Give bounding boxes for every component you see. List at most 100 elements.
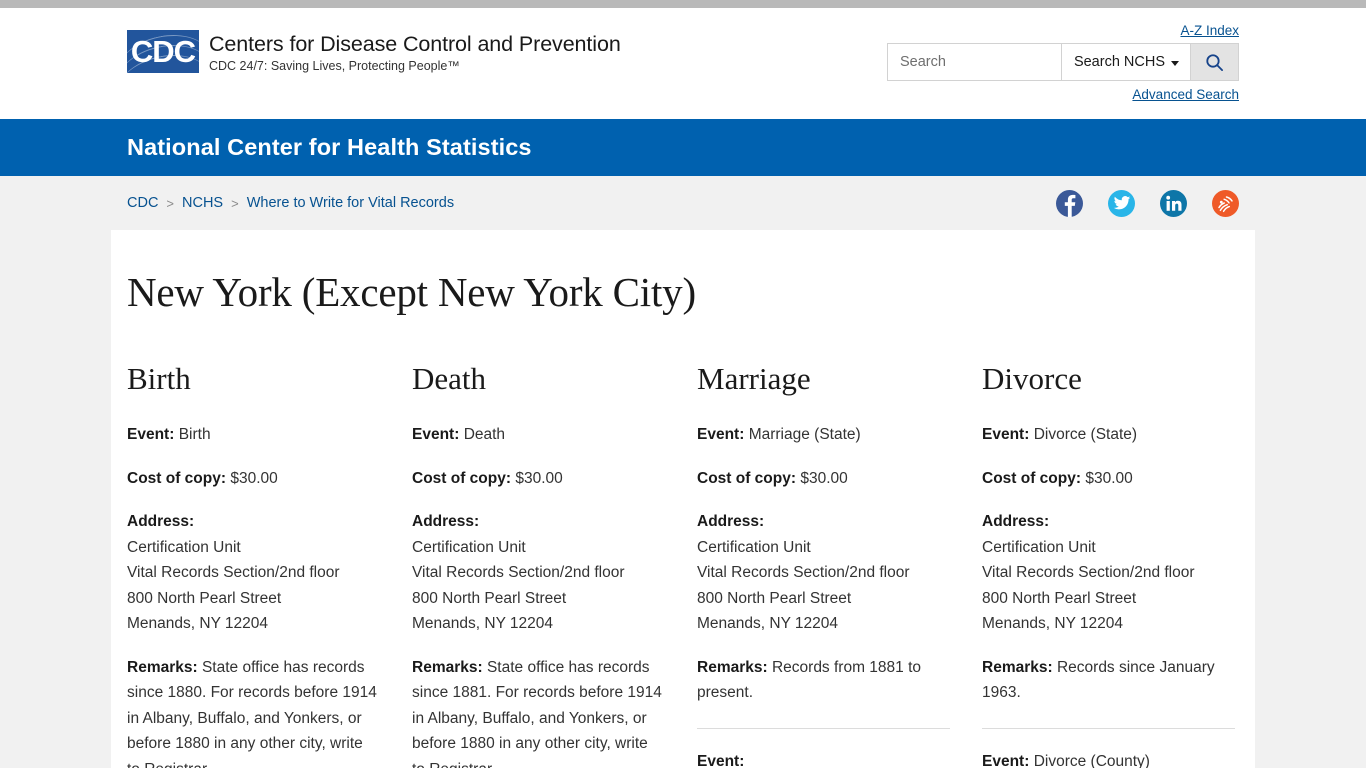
event-label: Event: [412, 426, 460, 443]
event-field: Event: Marriage (State) [697, 422, 950, 448]
facebook-icon[interactable] [1056, 189, 1083, 217]
site-header: CDC Centers for Disease Control and Prev… [0, 8, 1366, 119]
cdc-logo-mark: CDC [127, 30, 199, 73]
cost-value: $30.00 [1085, 469, 1133, 487]
remarks-field: Remarks: State office has records since … [412, 655, 665, 768]
address-line: Certification Unit [697, 538, 811, 556]
linkedin-icon[interactable] [1160, 189, 1187, 217]
cost-label: Cost of copy: [697, 469, 797, 487]
breadcrumb-item-current[interactable]: Where to Write for Vital Records [247, 195, 454, 211]
address-label: Address: [697, 513, 765, 530]
column-heading: Marriage [697, 360, 811, 396]
event-field: Event: Divorce (State) [982, 422, 1235, 448]
agency-title: National Center for Health Statistics [127, 134, 532, 160]
event-label: Event: [127, 426, 175, 443]
event-label: Event: [982, 752, 1030, 768]
cost-value: $30.00 [800, 469, 848, 487]
breadcrumb-separator: > [231, 195, 239, 211]
chevron-down-icon [1171, 60, 1179, 66]
cost-field: Cost of copy: $30.00 [697, 466, 950, 492]
search-input[interactable] [888, 44, 1061, 80]
address-line: 800 North Pearl Street [982, 589, 1137, 607]
page-title: New York (Except New York City) [127, 269, 696, 315]
event-field: Event: Birth [127, 422, 380, 448]
remarks-label: Remarks: [127, 658, 198, 676]
address-line: Certification Unit [982, 538, 1096, 556]
cost-value: $30.00 [515, 469, 563, 487]
event-label: Event: [982, 426, 1030, 443]
breadcrumb-separator: > [166, 195, 175, 211]
search-icon [1206, 53, 1224, 71]
remarks-label: Remarks: [412, 658, 483, 676]
search-bar: Search NCHS [887, 43, 1239, 81]
header-search-cluster: A-Z Index Search NCHS Advanced Search [887, 22, 1239, 104]
cost-field: Cost of copy: $30.00 [127, 466, 380, 492]
entry-divider [697, 727, 950, 729]
remarks-label: Remarks: [697, 658, 768, 676]
address-line: Certification Unit [127, 538, 241, 556]
address-field: Address: Certification Unit Vital Record… [697, 509, 950, 637]
syndicate-icon[interactable] [1212, 189, 1239, 217]
address-line: Menands, NY 12204 [697, 615, 839, 632]
breadcrumb: CDC > NCHS > Where to Write for Vital Re… [127, 195, 454, 211]
event-value: Birth [178, 426, 211, 443]
address-line: 800 North Pearl Street [412, 589, 567, 607]
cost-label: Cost of copy: [982, 469, 1082, 487]
address-line: Vital Records Section/2nd floor [697, 564, 910, 581]
event-value: Divorce (County) [1033, 752, 1150, 768]
vital-record-column-birth: Birth Event: Birth Cost of copy: $30.00 … [127, 360, 412, 768]
column-heading: Birth [127, 360, 191, 396]
a-z-index-link[interactable]: A-Z Index [1180, 23, 1239, 38]
address-label: Address: [127, 513, 195, 530]
event-label: Event: [697, 752, 745, 768]
address-field: Address: Certification Unit Vital Record… [412, 509, 665, 637]
cdc-logo-title: Centers for Disease Control and Preventi… [209, 32, 621, 56]
address-line: Vital Records Section/2nd floor [127, 564, 340, 581]
address-line: Menands, NY 12204 [412, 615, 554, 632]
search-scope-label: Search NCHS [1073, 54, 1165, 70]
event-field: Event: Death [412, 422, 665, 448]
breadcrumb-item-cdc[interactable]: CDC [127, 195, 158, 211]
address-line: Menands, NY 12204 [127, 615, 269, 632]
cdc-logo-letters: CDC [130, 34, 196, 69]
address-line: Menands, NY 12204 [982, 615, 1124, 632]
syndicate-glyph-icon [1218, 195, 1233, 212]
breadcrumb-item-nchs[interactable]: NCHS [182, 195, 223, 211]
remarks-field: Remarks: State office has records since … [127, 655, 380, 768]
address-line: Vital Records Section/2nd floor [982, 564, 1195, 581]
social-share-row [1056, 189, 1239, 217]
cost-field: Cost of copy: $30.00 [982, 466, 1235, 492]
address-line: Vital Records Section/2nd floor [412, 564, 625, 581]
twitter-glyph-icon [1113, 196, 1130, 210]
column-heading: Death [412, 360, 487, 396]
cost-field: Cost of copy: $30.00 [412, 466, 665, 492]
address-line: 800 North Pearl Street [697, 589, 852, 607]
breadcrumb-row: CDC > NCHS > Where to Write for Vital Re… [111, 176, 1255, 230]
event-value: Death [463, 426, 506, 443]
vital-records-columns: Birth Event: Birth Cost of copy: $30.00 … [127, 360, 1239, 768]
search-submit-button[interactable] [1190, 44, 1238, 80]
twitter-icon[interactable] [1108, 189, 1135, 217]
vital-record-column-death: Death Event: Death Cost of copy: $30.00 … [412, 360, 697, 768]
agency-banner: National Center for Health Statistics [0, 119, 1366, 176]
event-value: Marriage (State) [748, 426, 861, 443]
advanced-search-link[interactable]: Advanced Search [1132, 87, 1239, 102]
browser-chrome-strip [0, 0, 1366, 8]
address-line: 800 North Pearl Street [127, 589, 282, 607]
cost-value: $30.00 [230, 469, 278, 487]
remarks-label: Remarks: [982, 658, 1053, 676]
vital-record-column-divorce: Divorce Event: Divorce (State) Cost of c… [982, 361, 1267, 768]
event-field: Event: [697, 749, 950, 768]
cost-label: Cost of copy: [127, 469, 227, 487]
event-label: Event: [697, 426, 745, 443]
event-value: Divorce (State) [1033, 426, 1138, 443]
entry-divider [982, 727, 1235, 729]
cdc-logo-tagline: CDC 24/7: Saving Lives, Protecting Peopl… [209, 59, 460, 73]
search-scope-dropdown[interactable]: Search NCHS [1060, 44, 1190, 80]
address-label: Address: [412, 513, 480, 530]
main-content: New York (Except New York City) Birth Ev… [111, 230, 1255, 768]
address-field: Address: Certification Unit Vital Record… [127, 509, 380, 637]
cdc-logo[interactable]: CDC Centers for Disease Control and Prev… [127, 30, 621, 75]
address-field: Address: Certification Unit Vital Record… [982, 509, 1235, 637]
remarks-field: Remarks: Records since January 1963. [982, 655, 1235, 706]
